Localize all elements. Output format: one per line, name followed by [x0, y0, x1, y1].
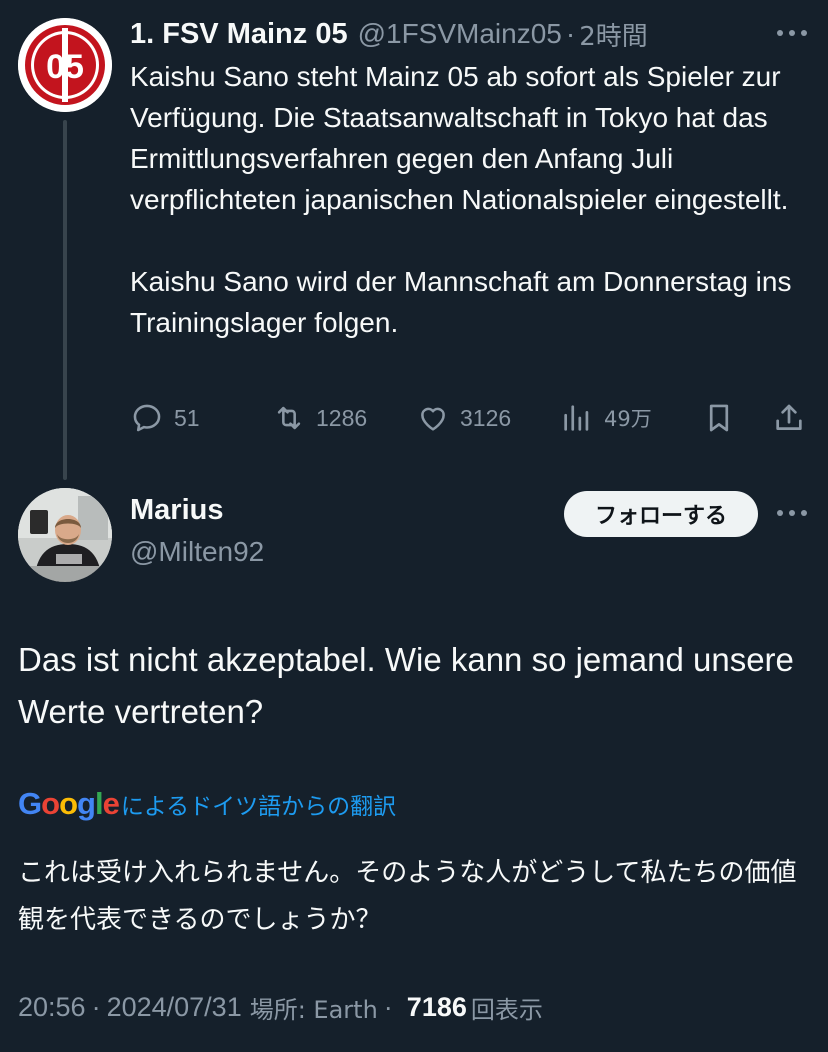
parent-more-button[interactable] [774, 18, 810, 48]
parent-author-handle[interactable]: @1FSVMainz05 [358, 18, 562, 50]
google-logo: Google [18, 786, 120, 822]
marius-avatar[interactable] [18, 488, 112, 582]
share-icon [776, 404, 802, 430]
parent-separator: · [565, 18, 576, 49]
reply-tweet-text: Das ist nicht akzeptabel. Wie kann so je… [18, 641, 794, 730]
reply-author-name[interactable]: Marius [130, 494, 223, 527]
parent-paragraph-1: Kaishu Sano steht Mainz 05 ab sofort als… [130, 61, 789, 215]
tweet-date[interactable]: 2024/07/31 [107, 992, 242, 1023]
bookmark-button[interactable] [702, 396, 736, 440]
translate-link[interactable]: によるドイツ語からの翻訳 [121, 787, 396, 821]
repost-count: 1286 [316, 404, 368, 431]
reply-author-handle[interactable]: @Milten92 [130, 536, 264, 568]
parent-header: 1. FSV Mainz 05 @1FSVMainz05 · 2時間 [130, 14, 648, 54]
mainz-logo-icon: 05 [18, 18, 112, 112]
heart-icon [421, 407, 445, 431]
mainz-logo-text: 05 [46, 48, 84, 86]
reply-button[interactable]: 51 [130, 396, 200, 440]
like-button[interactable]: 3126 [416, 396, 511, 440]
tweet-time[interactable]: 20:56 [18, 992, 86, 1023]
thread-connector [63, 120, 67, 480]
views-button[interactable]: 49万 [560, 396, 652, 440]
google-letter: l [94, 786, 104, 821]
share-button[interactable] [772, 396, 806, 440]
follow-button[interactable]: フォローする [564, 491, 758, 537]
tweet-views-count: 7186 [406, 991, 467, 1022]
repost-button[interactable]: 1286 [272, 396, 367, 440]
analytics-icon [564, 405, 589, 431]
more-dots-icon [777, 30, 807, 36]
parent-paragraph-2: Kaishu Sano wird der Mannschaft am Donne… [130, 266, 792, 338]
views-count: 49万 [604, 407, 652, 431]
google-letter: G [18, 786, 42, 821]
repost-icon [277, 406, 301, 430]
reply-more-button[interactable] [774, 498, 810, 528]
reply-count: 51 [174, 404, 200, 431]
google-letter: o [41, 786, 60, 821]
reply-icon [133, 404, 161, 432]
translated-text: これは受け入れられません。そのような人がどうして私たちの価値観を代表できるのでし… [18, 858, 797, 935]
parent-action-bar: 51 1286 3126 49万 [130, 396, 810, 440]
like-count: 3126 [460, 404, 512, 431]
tweet-views-label: 回表示 [470, 995, 543, 1024]
bookmark-icon [709, 404, 729, 432]
profile-photo-icon [18, 488, 112, 582]
parent-tweet-text: Kaishu Sano steht Mainz 05 ab sofort als… [130, 56, 810, 343]
mainz-avatar[interactable]: 05 [18, 18, 112, 112]
translation-attribution[interactable]: Google によるドイツ語からの翻訳 [18, 784, 396, 824]
google-letter: g [77, 786, 96, 821]
meta-separator: · [383, 991, 393, 1022]
more-dots-icon [777, 510, 807, 516]
google-letter: o [59, 786, 78, 821]
tweet-location: 場所: Earth [249, 995, 378, 1024]
google-letter: e [102, 786, 120, 821]
parent-author-name[interactable]: 1. FSV Mainz 05 [130, 18, 348, 51]
tweet-metadata: 20:56 · 2024/07/31 場所: Earth · 7186 回表示 [18, 987, 543, 1027]
meta-separator: · [91, 991, 101, 1022]
parent-timestamp[interactable]: 2時間 [579, 16, 648, 53]
